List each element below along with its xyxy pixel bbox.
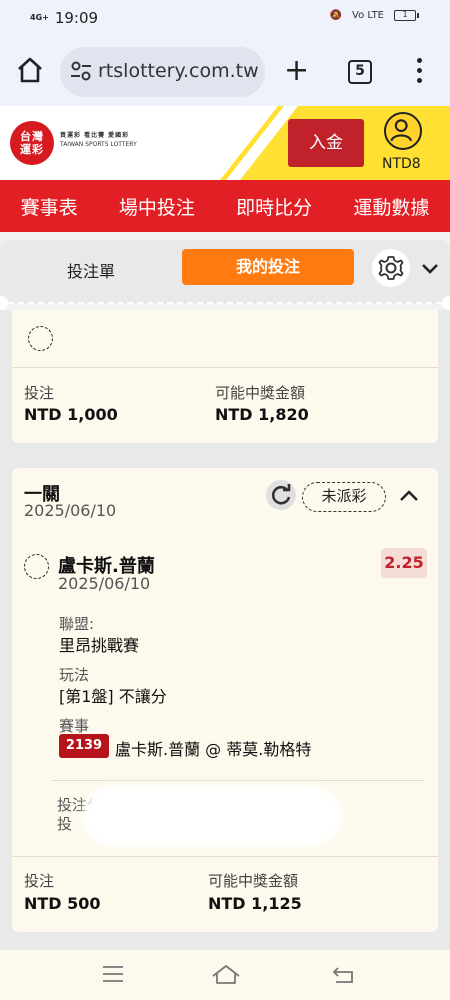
stake-label: 投注 — [24, 872, 55, 890]
market-label: 玩法 — [59, 666, 90, 684]
chevron-down-icon[interactable] — [420, 258, 440, 278]
browser-toolbar: rtslottery.com.tw + 5 — [0, 36, 450, 106]
network-indicator: 4G+ — [30, 13, 49, 22]
redaction-overlay — [82, 786, 342, 846]
logo-tagline: 買運彩 看比賽 愛國彩 TAIWAN SPORTS LOTTERY — [60, 132, 137, 148]
more-menu-icon[interactable] — [412, 58, 426, 84]
stake-value: NTD 500 — [24, 894, 101, 913]
chevron-up-icon[interactable] — [398, 486, 420, 506]
url-text: rtslottery.com.tw — [98, 60, 259, 82]
divider — [12, 367, 438, 368]
system-home-icon[interactable] — [211, 963, 241, 985]
tab-my-bets[interactable]: 我的投注 — [182, 249, 354, 285]
status-bar: 4G+ 19:09 🔕 Vo LTE 1 — [0, 0, 450, 36]
selection-result-icon — [24, 554, 49, 579]
payout-value: NTD 1,125 — [208, 894, 302, 913]
nav-item-live-betting[interactable]: 場中投注 — [119, 193, 195, 220]
bet-list[interactable]: 投注 NTD 1,000 可能中獎金額 NTD 1,820 一關 2025/06… — [0, 310, 450, 950]
clock: 19:09 — [54, 9, 99, 27]
status-badge: 未派彩 — [302, 482, 386, 512]
market-value: [第1盤] 不讓分 — [59, 687, 167, 706]
deposit-button[interactable]: 入金 — [288, 119, 364, 167]
mute-icon: 🔕 — [329, 10, 343, 21]
refresh-icon[interactable] — [266, 480, 296, 510]
bet-tabs: 投注單 我的投注 — [0, 240, 450, 304]
tab-switcher-button[interactable]: 5 — [348, 60, 372, 84]
payout-value: NTD 1,820 — [215, 405, 309, 424]
bet-date: 2025/06/10 — [24, 501, 117, 520]
nav-item-schedule[interactable]: 賽事表 — [21, 193, 78, 220]
stake-label: 投注 — [24, 384, 55, 402]
payout-label: 可能中獎金額 — [208, 872, 299, 890]
battery-icon: 1 — [394, 10, 419, 21]
event-number-badge: 2139 — [59, 734, 109, 758]
selection-result-icon — [28, 326, 53, 351]
divider — [12, 856, 438, 857]
main-nav: 賽事表 場中投注 即時比分 運動數據 — [0, 180, 450, 232]
league-label: 聯盟: — [59, 615, 95, 633]
site-logo[interactable]: 台灣 運彩 — [10, 121, 54, 165]
site-settings-icon[interactable] — [70, 60, 92, 82]
odds-badge: 2.25 — [381, 548, 427, 578]
tab-bet-slip[interactable]: 投注單 — [20, 255, 162, 289]
ticket-notch-right — [442, 296, 450, 310]
new-tab-icon[interactable]: + — [284, 56, 309, 86]
account-icon[interactable] — [384, 112, 422, 150]
account-balance[interactable]: NTD8 — [382, 156, 421, 172]
address-bar[interactable]: rtslottery.com.tw — [60, 47, 265, 97]
nav-item-sports-stats[interactable]: 運動數據 — [353, 193, 429, 220]
event-label: 賽事 — [59, 717, 90, 735]
divider — [52, 780, 424, 781]
bet-card: 投注 NTD 1,000 可能中獎金額 NTD 1,820 — [12, 310, 438, 443]
selection-date: 2025/06/10 — [58, 574, 151, 593]
ticket-notch-left — [0, 296, 8, 310]
home-icon[interactable] — [16, 56, 44, 84]
stake-value: NTD 1,000 — [24, 405, 118, 424]
payout-label: 可能中獎金額 — [215, 384, 306, 402]
site-header: 台灣 運彩 買運彩 看比賽 愛國彩 TAIWAN SPORTS LOTTERY … — [0, 106, 450, 180]
ticket-tear-line — [8, 302, 442, 304]
bet-card: 一關 2025/06/10 未派彩 盧卡斯.普蘭 2025/06/10 2.25… — [12, 468, 438, 932]
recent-apps-icon[interactable] — [102, 965, 124, 983]
system-nav-bar — [0, 950, 450, 1000]
nav-item-live-scores[interactable]: 即時比分 — [236, 193, 312, 220]
event-name: 盧卡斯.普蘭 @ 蒂莫.勒格特 — [115, 740, 312, 759]
system-back-icon[interactable] — [332, 964, 354, 984]
gear-icon[interactable] — [372, 249, 410, 287]
league-value: 里昂挑戰賽 — [59, 636, 140, 655]
volte-icon: Vo LTE — [352, 10, 384, 21]
